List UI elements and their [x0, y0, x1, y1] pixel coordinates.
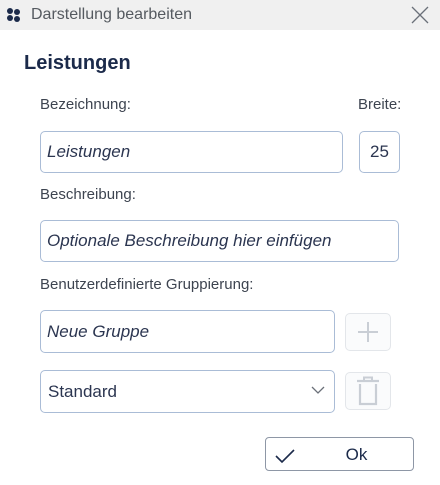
group-select-value: Standard — [48, 381, 117, 401]
app-logo-icon — [7, 8, 21, 22]
close-icon — [411, 6, 429, 24]
ok-button-label: Ok — [345, 445, 368, 464]
grouping-label: Benutzerdefinierte Gruppierung: — [40, 276, 254, 293]
description-placeholder: Optionale Beschreibung hier einfügen — [47, 231, 332, 250]
delete-group-button[interactable] — [345, 372, 391, 410]
width-input[interactable]: 25 — [359, 131, 400, 173]
name-label: Bezeichnung: — [40, 96, 131, 113]
ok-button[interactable]: Ok — [265, 437, 414, 471]
close-button[interactable] — [402, 0, 436, 30]
window-title: Darstellung bearbeiten — [31, 6, 192, 23]
add-group-button[interactable] — [345, 313, 391, 351]
name-input[interactable]: Leistungen — [40, 131, 343, 173]
description-input[interactable]: Optionale Beschreibung hier einfügen — [40, 220, 399, 262]
width-input-value: 25 — [370, 142, 389, 161]
plus-icon — [358, 322, 378, 342]
group-select[interactable]: Standard — [40, 370, 335, 413]
width-label: Breite: — [358, 96, 402, 113]
description-label: Beschreibung: — [40, 186, 136, 203]
trash-icon — [357, 376, 379, 406]
chevron-down-icon — [311, 386, 325, 394]
section-heading: Leistungen — [24, 52, 131, 74]
title-bar: Darstellung bearbeiten — [0, 0, 440, 30]
new-group-placeholder: Neue Gruppe — [47, 321, 150, 341]
name-input-value: Leistungen — [47, 142, 131, 161]
new-group-input[interactable]: Neue Gruppe — [40, 310, 335, 353]
